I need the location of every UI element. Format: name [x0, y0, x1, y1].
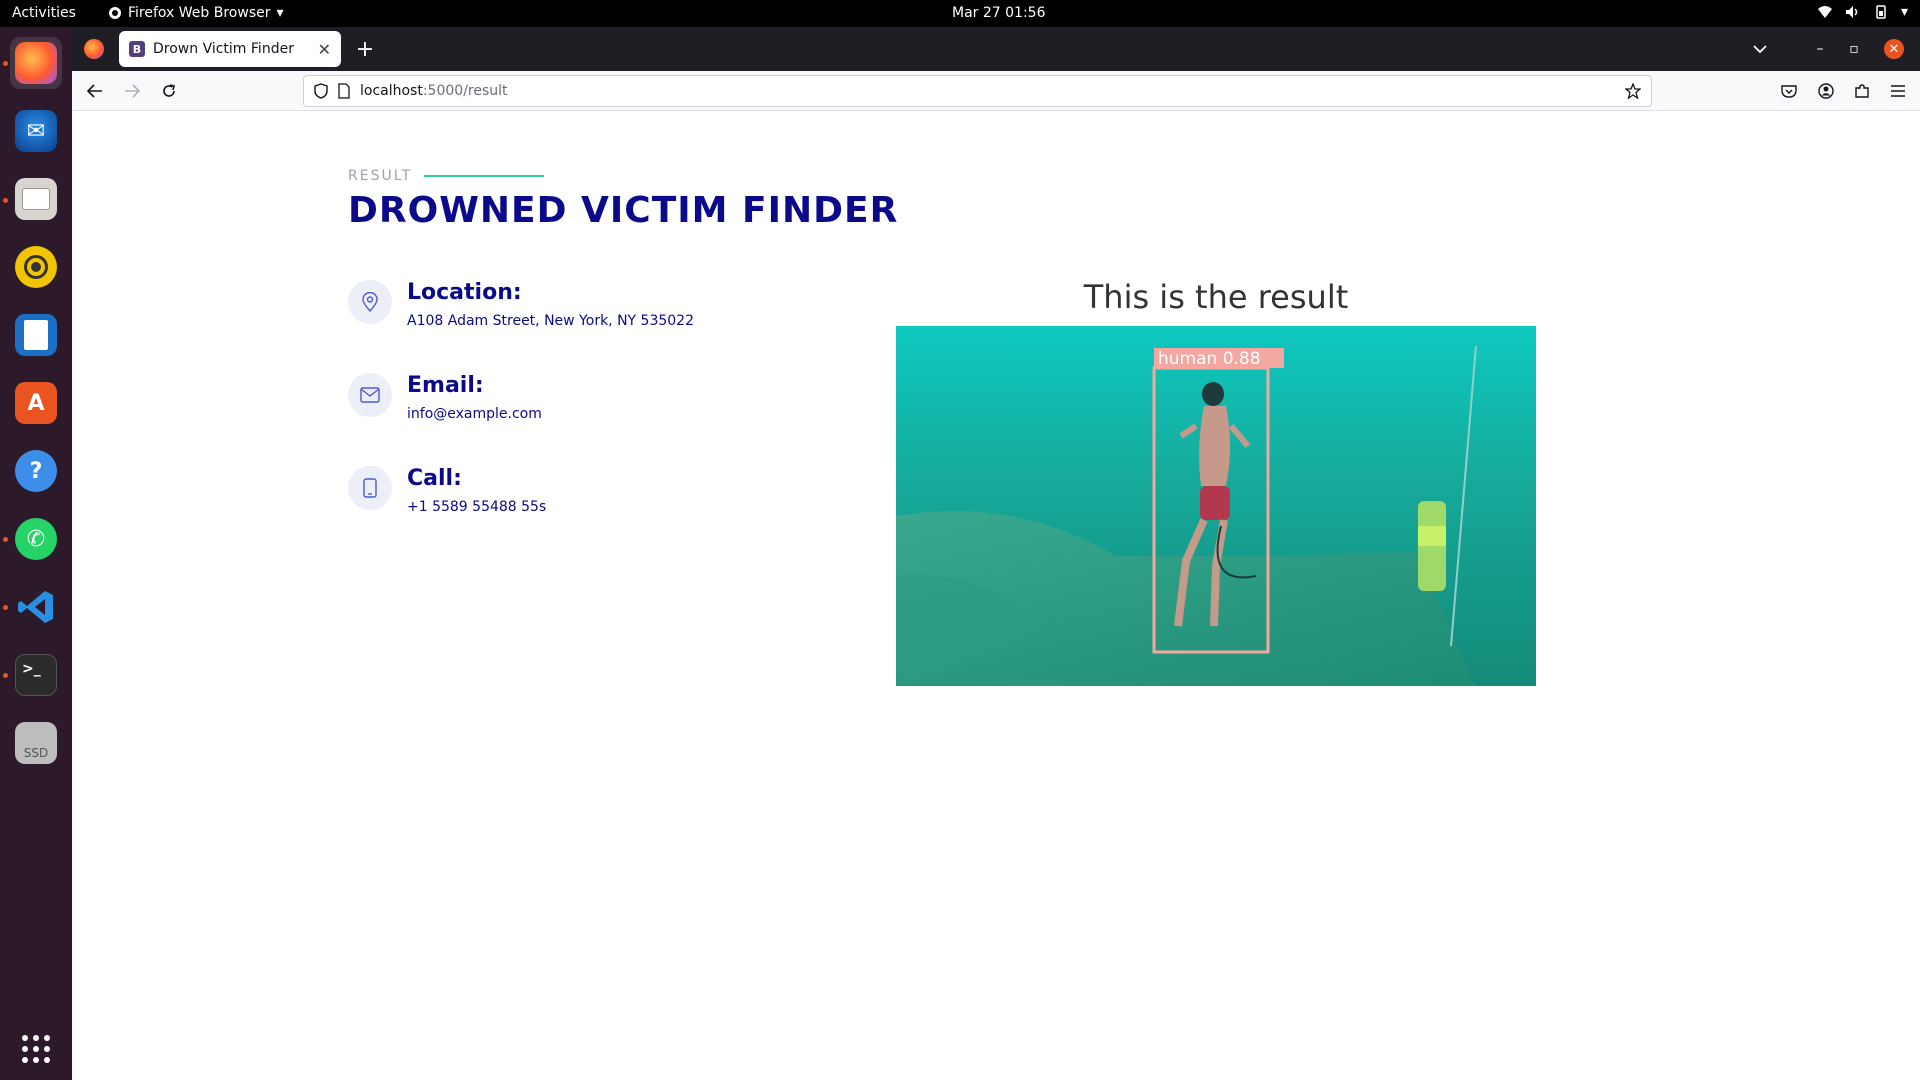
url-path: :5000/result — [422, 83, 508, 99]
extensions-button[interactable] — [1848, 77, 1876, 105]
software-icon: A — [15, 382, 57, 424]
pocket-button[interactable] — [1775, 77, 1803, 105]
arrow-right-icon — [125, 84, 140, 98]
dock-writer[interactable] — [10, 309, 62, 361]
running-indicator — [3, 61, 8, 66]
system-tray[interactable]: ▾ — [1817, 4, 1908, 20]
tab-close-icon[interactable]: ✕ — [318, 40, 331, 59]
map-pin-icon — [348, 280, 392, 324]
battery-icon — [1876, 5, 1886, 19]
dock-help[interactable]: ? — [10, 445, 62, 497]
section-label: RESULT — [348, 168, 545, 184]
bootstrap-favicon-icon: B — [129, 41, 145, 57]
dock: ✉ A ? ✆ >_ SSD — [0, 27, 72, 1080]
info-location-value: A108 Adam Street, New York, NY 535022 — [407, 313, 694, 329]
info-call-title: Call: — [407, 466, 462, 491]
url-host: localhost — [360, 83, 423, 99]
dropdown-arrow-icon: ▾ — [276, 5, 284, 21]
page-icon — [338, 83, 350, 99]
navigation-toolbar: localhost:5000/result — [72, 71, 1920, 111]
arrow-left-icon — [87, 84, 102, 98]
forward-button[interactable] — [118, 77, 146, 105]
vscode-icon — [15, 586, 57, 628]
clock[interactable]: Mar 27 01:56 — [952, 5, 1045, 21]
detection-result-image: human 0.88 — [896, 326, 1536, 686]
info-call: Call: +1 5589 55488 55s — [348, 466, 908, 546]
info-email: Email: info@example.com — [348, 373, 908, 453]
bookmark-star-icon[interactable] — [1625, 83, 1641, 99]
list-tabs-button[interactable] — [1746, 35, 1774, 63]
app-menu-label: Firefox Web Browser — [128, 5, 271, 21]
volume-icon — [1845, 6, 1858, 18]
info-location: Location: A108 Adam Street, New York, NY… — [348, 280, 908, 360]
dock-software[interactable]: A — [10, 377, 62, 429]
app-grid-icon — [22, 1035, 50, 1063]
running-indicator — [3, 198, 8, 203]
pocket-icon — [1781, 85, 1797, 98]
envelope-icon — [348, 373, 392, 417]
tab-title: Drown Victim Finder — [153, 41, 294, 57]
firefox-icon — [15, 42, 57, 84]
page-content: RESULT DROWNED VICTIM FINDER Location: A… — [72, 112, 1920, 1080]
drive-icon: SSD — [15, 722, 57, 764]
system-top-bar: Activities Firefox Web Browser ▾ Mar 27 … — [0, 0, 1920, 27]
account-icon — [1818, 83, 1834, 99]
running-indicator — [3, 673, 8, 678]
tab-drown-victim-finder[interactable]: B Drown Victim Finder ✕ — [119, 31, 341, 67]
new-tab-button[interactable]: + — [351, 35, 379, 63]
dock-thunderbird[interactable]: ✉ — [10, 105, 62, 157]
dock-whatsapp[interactable]: ✆ — [10, 513, 62, 565]
window-close-button[interactable]: ✕ — [1884, 39, 1904, 59]
page-title: DROWNED VICTIM FINDER — [348, 190, 899, 231]
shield-icon — [314, 83, 328, 99]
wifi-icon — [1817, 6, 1832, 18]
section-label-divider — [424, 175, 545, 177]
dock-firefox[interactable] — [10, 37, 62, 89]
files-icon — [15, 178, 57, 220]
tab-bar: B Drown Victim Finder ✕ + – ▫ ✕ — [72, 27, 1920, 71]
chevron-down-icon — [1753, 45, 1767, 54]
info-location-title: Location: — [407, 280, 522, 305]
dock-rhythmbox[interactable] — [10, 241, 62, 293]
running-indicator — [3, 537, 8, 542]
maximize-button[interactable]: ▫ — [1840, 35, 1868, 63]
result-heading: This is the result — [1083, 278, 1349, 316]
app-menu-button[interactable] — [1884, 77, 1912, 105]
app-menu[interactable]: Firefox Web Browser ▾ — [108, 5, 284, 21]
writer-icon — [15, 314, 57, 356]
hamburger-menu-icon — [1891, 85, 1905, 97]
account-button[interactable] — [1812, 77, 1840, 105]
url-bar[interactable]: localhost:5000/result — [303, 75, 1652, 107]
section-label-text: RESULT — [348, 168, 413, 184]
firefox-small-icon — [109, 7, 121, 19]
whatsapp-icon: ✆ — [15, 518, 57, 560]
dock-terminal[interactable]: >_ — [10, 649, 62, 701]
detection-label: human 0.88 — [1158, 349, 1261, 369]
phone-icon — [348, 466, 392, 510]
dock-vscode[interactable] — [10, 581, 62, 633]
minimize-button[interactable]: – — [1806, 35, 1834, 63]
rhythmbox-icon — [15, 246, 57, 288]
back-button[interactable] — [81, 77, 109, 105]
info-email-value[interactable]: info@example.com — [407, 406, 542, 422]
help-icon: ? — [15, 450, 57, 492]
dock-ssd[interactable]: SSD — [10, 717, 62, 769]
firefox-view-icon[interactable] — [84, 39, 104, 59]
tray-menu-arrow-icon: ▾ — [1900, 4, 1908, 20]
info-call-value[interactable]: +1 5589 55488 55s — [407, 499, 546, 515]
reload-icon — [163, 84, 175, 97]
dock-files[interactable] — [10, 173, 62, 225]
activities-button[interactable]: Activities — [12, 5, 76, 21]
reload-button[interactable] — [155, 77, 183, 105]
puzzle-icon — [1855, 84, 1869, 98]
running-indicator — [3, 605, 8, 610]
terminal-icon: >_ — [15, 654, 57, 696]
show-apps-button[interactable] — [10, 1023, 62, 1075]
thunderbird-icon: ✉ — [15, 110, 57, 152]
info-email-title: Email: — [407, 373, 484, 398]
